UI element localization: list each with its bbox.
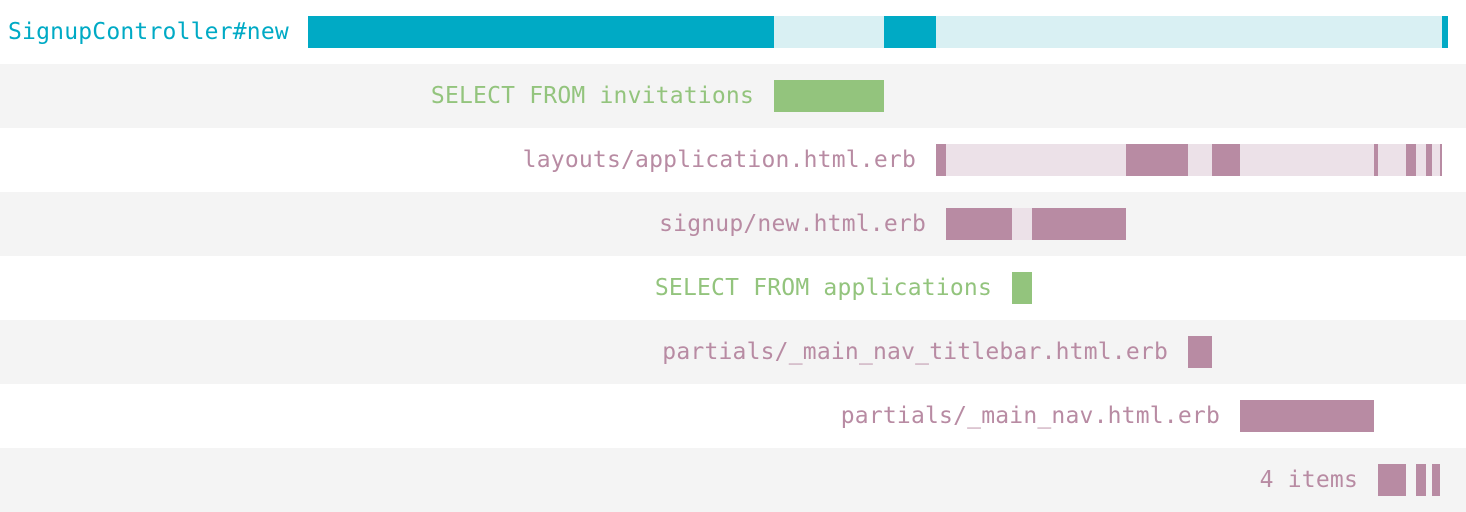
duration-bar[interactable] [1032, 208, 1126, 240]
duration-bar[interactable] [1416, 464, 1426, 496]
timeline-row: signup/new.html.erb [0, 192, 1466, 256]
duration-bar[interactable] [946, 208, 1012, 240]
duration-bar[interactable] [1012, 272, 1032, 304]
duration-bar[interactable] [1374, 144, 1378, 176]
duration-bar[interactable] [1440, 144, 1442, 176]
duration-bar[interactable] [1406, 144, 1416, 176]
duration-bar[interactable] [1188, 336, 1212, 368]
duration-bar[interactable] [936, 144, 946, 176]
duration-bar[interactable] [308, 16, 774, 48]
duration-bar[interactable] [1378, 464, 1406, 496]
duration-bar[interactable] [1212, 144, 1240, 176]
timeline-row: layouts/application.html.erb [0, 128, 1466, 192]
waterfall-timeline: SignupController#new SELECT FROM invitati… [0, 0, 1466, 512]
duration-bar[interactable] [1126, 144, 1188, 176]
duration-bar[interactable] [774, 80, 884, 112]
event-label: partials/_main_nav_titlebar.html.erb [662, 339, 1168, 365]
duration-bar[interactable] [1426, 144, 1432, 176]
span-bar [936, 144, 1442, 176]
duration-bar[interactable] [1442, 16, 1448, 48]
timeline-row: SignupController#new [0, 0, 1466, 64]
event-label: layouts/application.html.erb [522, 147, 916, 173]
timeline-row: SELECT FROM applications [0, 256, 1466, 320]
timeline-row: SELECT FROM invitations [0, 64, 1466, 128]
event-label: partials/_main_nav.html.erb [840, 403, 1220, 429]
timeline-row: partials/_main_nav.html.erb [0, 384, 1466, 448]
duration-bar[interactable] [884, 16, 936, 48]
timeline-row: partials/_main_nav_titlebar.html.erb [0, 320, 1466, 384]
duration-bar[interactable] [1432, 464, 1440, 496]
event-label: 4 items [1259, 467, 1358, 493]
event-label: SELECT FROM applications [654, 275, 992, 301]
timeline-row: 4 items [0, 448, 1466, 512]
duration-bar[interactable] [1240, 400, 1374, 432]
event-label: SELECT FROM invitations [430, 83, 754, 109]
event-label: SignupController#new [8, 19, 289, 45]
event-label: signup/new.html.erb [659, 211, 926, 237]
